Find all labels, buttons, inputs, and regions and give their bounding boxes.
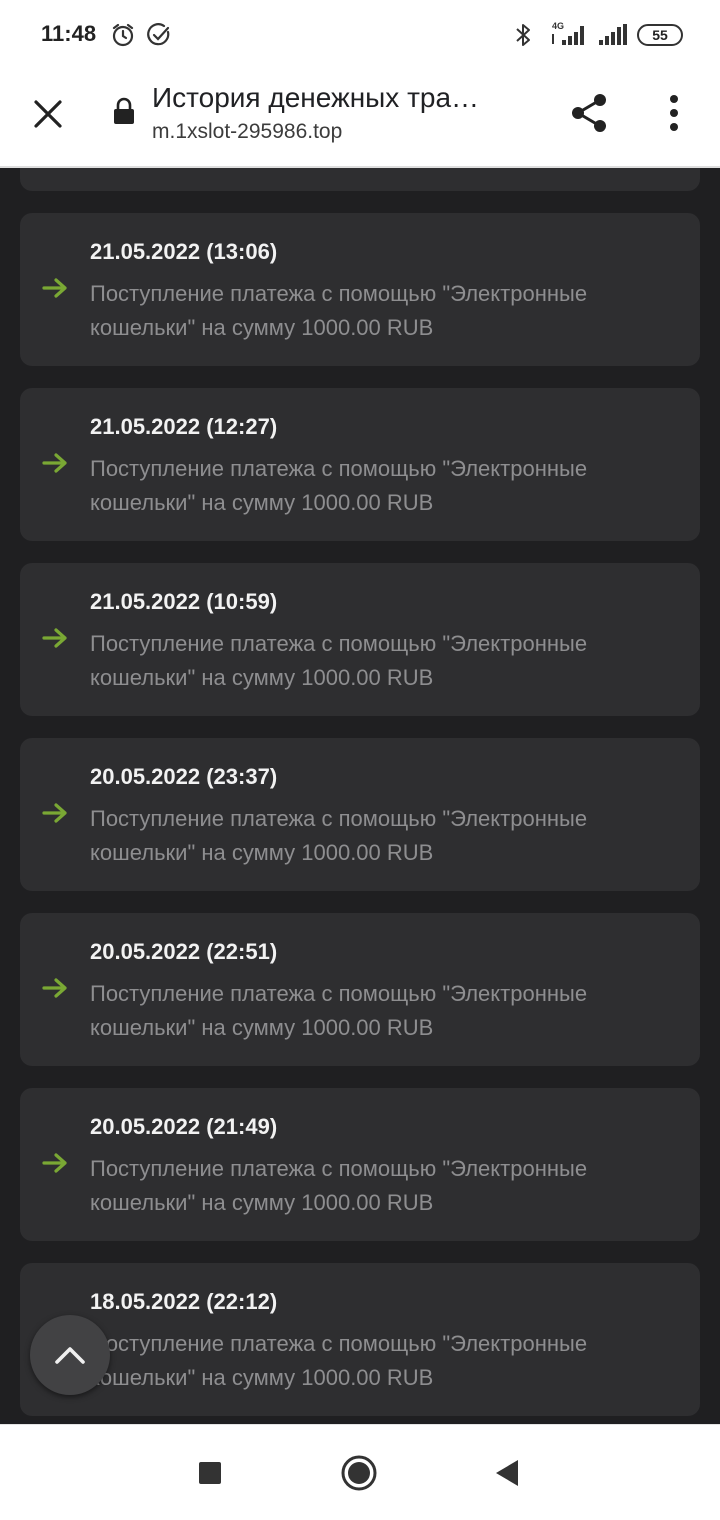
transaction-date: 21.05.2022 (13:06)	[90, 239, 278, 264]
page-title: История денежных тра…	[152, 82, 480, 113]
transaction-description: Поступление платежа с помощью "Электронн…	[90, 168, 680, 170]
recents-square-icon[interactable]	[199, 1462, 221, 1484]
transaction-card: 21.05.2022 (13:34)Поступление платежа с …	[20, 168, 700, 191]
transaction-description: Поступление платежа с помощью "Электронн…	[90, 631, 588, 690]
close-button[interactable]	[22, 88, 74, 140]
transaction-card: 21.05.2022 (12:27) Поступление платежа с …	[20, 388, 700, 541]
alarm-icon	[110, 22, 136, 53]
system-nav-bar	[0, 1424, 720, 1520]
arrow-right-icon	[42, 627, 70, 654]
transaction-description: Поступление платежа с помощью "Электронн…	[90, 806, 588, 865]
transaction-date: 21.05.2022 (12:27)	[90, 414, 278, 439]
transaction-description: Поступление платежа с помощью "Электронн…	[90, 1156, 588, 1215]
share-icon	[572, 94, 606, 132]
arrow-right-icon	[42, 977, 70, 1004]
status-bar: 11:48 4G 55	[0, 0, 720, 70]
arrow-right-icon	[42, 452, 70, 479]
battery-icon: 55	[637, 24, 683, 46]
transaction-card: 20.05.2022 (21:49) Поступление платежа с …	[20, 1088, 700, 1241]
signal-icon: 4G	[548, 20, 590, 53]
signal-icon	[597, 24, 629, 53]
lock-icon[interactable]	[112, 96, 136, 131]
network-type: 4G	[552, 21, 564, 31]
transaction-card: 20.05.2022 (23:37) Поступление платежа с …	[20, 738, 700, 891]
transaction-date: 18.05.2022 (22:12)	[90, 1289, 278, 1314]
status-time: 11:48	[41, 21, 97, 46]
transaction-card: 20.05.2022 (22:51) Поступление платежа с …	[20, 913, 700, 1066]
transaction-description: Поступление платежа с помощью "Электронн…	[90, 281, 588, 340]
bluetooth-icon	[512, 22, 534, 53]
arrow-right-icon	[42, 802, 70, 829]
arrow-right-icon	[42, 1152, 70, 1179]
transaction-history[interactable]: 21.05.2022 (13:34)Поступление платежа с …	[0, 168, 720, 1424]
share-button[interactable]	[564, 88, 614, 138]
transaction-card: 21.05.2022 (13:06) Поступление платежа с …	[20, 213, 700, 366]
transaction-description: Поступление платежа с помощью "Электронн…	[90, 456, 588, 515]
transaction-date: 20.05.2022 (22:51)	[90, 939, 278, 964]
home-circle-icon[interactable]	[341, 1455, 377, 1496]
scroll-to-top-button[interactable]	[30, 1315, 110, 1395]
transaction-description: Поступление платежа с помощью "Электронн…	[90, 1331, 588, 1390]
transaction-list: 21.05.2022 (13:34)Поступление платежа с …	[20, 168, 700, 1424]
transaction-card: 18.05.2022 (22:12) Поступление платежа с …	[20, 1263, 700, 1416]
transaction-date: 20.05.2022 (23:37)	[90, 764, 278, 789]
more-options-button[interactable]	[654, 88, 694, 138]
more-vert-icon	[670, 95, 678, 131]
page-url[interactable]: m.1xslot-295986.top	[152, 120, 342, 144]
transaction-date: 20.05.2022 (21:49)	[90, 1114, 278, 1139]
chevron-up-icon	[55, 1347, 85, 1364]
transaction-date: 21.05.2022 (10:59)	[90, 589, 278, 614]
check-circle-icon	[146, 22, 172, 53]
back-triangle-icon[interactable]	[494, 1458, 520, 1493]
browser-toolbar: История денежных тра… m.1xslot-295986.to…	[0, 70, 720, 168]
close-icon	[34, 100, 62, 128]
transaction-card: 21.05.2022 (10:59) Поступление платежа с …	[20, 563, 700, 716]
arrow-right-icon	[42, 277, 70, 304]
transaction-description: Поступление платежа с помощью "Электронн…	[90, 981, 588, 1040]
